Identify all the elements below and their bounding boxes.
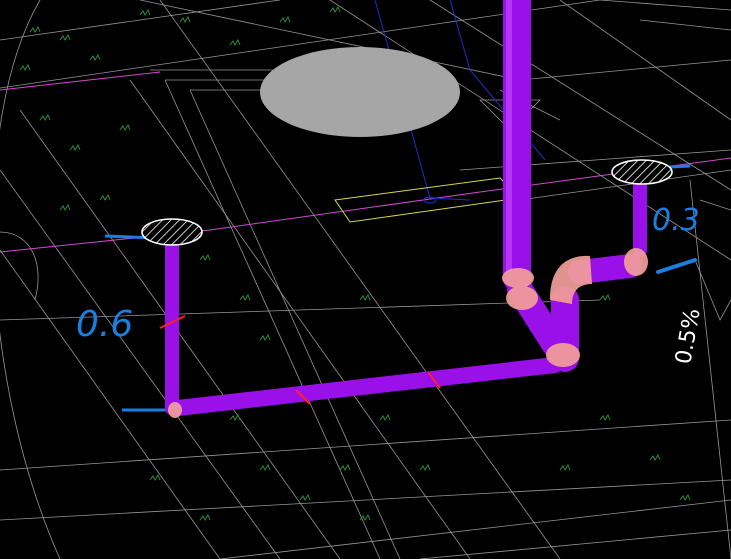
fitting-left-elbow[interactable]: [168, 402, 182, 418]
pipe-size-right: 0.3: [652, 203, 700, 238]
pipe-size-left: 0.6: [76, 304, 133, 345]
cad-3d-viewport[interactable]: 0.6 0.3 0.5%: [0, 0, 731, 559]
floor-drain-hatch-icon[interactable]: [141, 218, 203, 246]
fitting-right-elbow[interactable]: [624, 248, 648, 276]
fitting-tee[interactable]: [506, 286, 538, 310]
floor-drain-hatch-icon[interactable]: [611, 159, 673, 185]
grey-disc-object[interactable]: [260, 47, 460, 137]
fitting-stack-base[interactable]: [502, 268, 534, 288]
fitting-main-elbow[interactable]: [546, 343, 580, 367]
